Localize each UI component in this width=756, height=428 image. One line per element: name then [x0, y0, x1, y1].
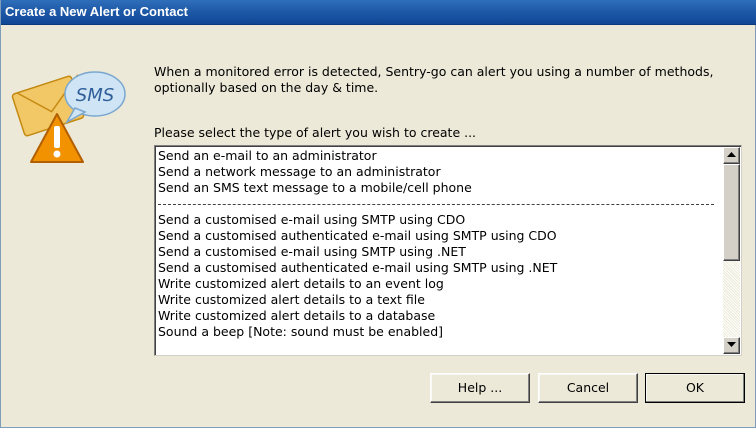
scroll-down-button[interactable] — [723, 337, 740, 354]
scroll-thumb[interactable] — [723, 164, 740, 261]
list-item[interactable]: Send a customised e-mail using SMTP usin… — [158, 244, 720, 260]
arrow-down-icon — [727, 342, 736, 347]
alert-type-list: Send an e-mail to an administrator Send … — [158, 148, 720, 340]
alert-type-listbox[interactable]: Send an e-mail to an administrator Send … — [154, 145, 742, 356]
help-button[interactable]: Help ... — [430, 373, 530, 403]
sms-badge-text: SMS — [76, 85, 114, 106]
sms-alert-icon: SMS — [5, 50, 131, 176]
speech-bubble-icon: SMS — [64, 71, 126, 124]
list-item[interactable]: Send an SMS text message to a mobile/cel… — [158, 180, 720, 196]
list-item[interactable]: Send a customised authenticated e-mail u… — [158, 260, 720, 276]
list-item[interactable]: Write customized alert details to a text… — [158, 292, 720, 308]
list-separator — [158, 196, 720, 212]
list-item[interactable]: Send a customised e-mail using SMTP usin… — [158, 212, 720, 228]
list-item[interactable]: Write customized alert details to an eve… — [158, 276, 720, 292]
list-item[interactable]: Sound a beep [Note: sound must be enable… — [158, 324, 720, 340]
select-prompt-label: Please select the type of alert you wish… — [154, 125, 477, 140]
intro-line-2: optionally based on the day & time. — [154, 80, 379, 95]
dialog-title: Create a New Alert or Contact — [5, 4, 189, 19]
intro-text: When a monitored error is detected, Sent… — [154, 64, 754, 96]
arrow-up-icon — [727, 152, 736, 157]
list-item[interactable]: Send a customised authenticated e-mail u… — [158, 228, 720, 244]
list-item[interactable]: Send a network message to an administrat… — [158, 164, 720, 180]
list-item[interactable]: Write customized alert details to a data… — [158, 308, 720, 324]
list-item[interactable]: Send an e-mail to an administrator — [158, 148, 720, 164]
create-alert-dialog: Create a New Alert or Contact SMS When a… — [0, 0, 756, 428]
vertical-scrollbar[interactable] — [723, 147, 740, 354]
title-bar[interactable]: Create a New Alert or Contact — [1, 0, 756, 25]
cancel-button[interactable]: Cancel — [538, 373, 638, 403]
ok-button[interactable]: OK — [645, 373, 745, 403]
scroll-up-button[interactable] — [723, 147, 740, 164]
intro-line-1: When a monitored error is detected, Sent… — [154, 64, 714, 79]
